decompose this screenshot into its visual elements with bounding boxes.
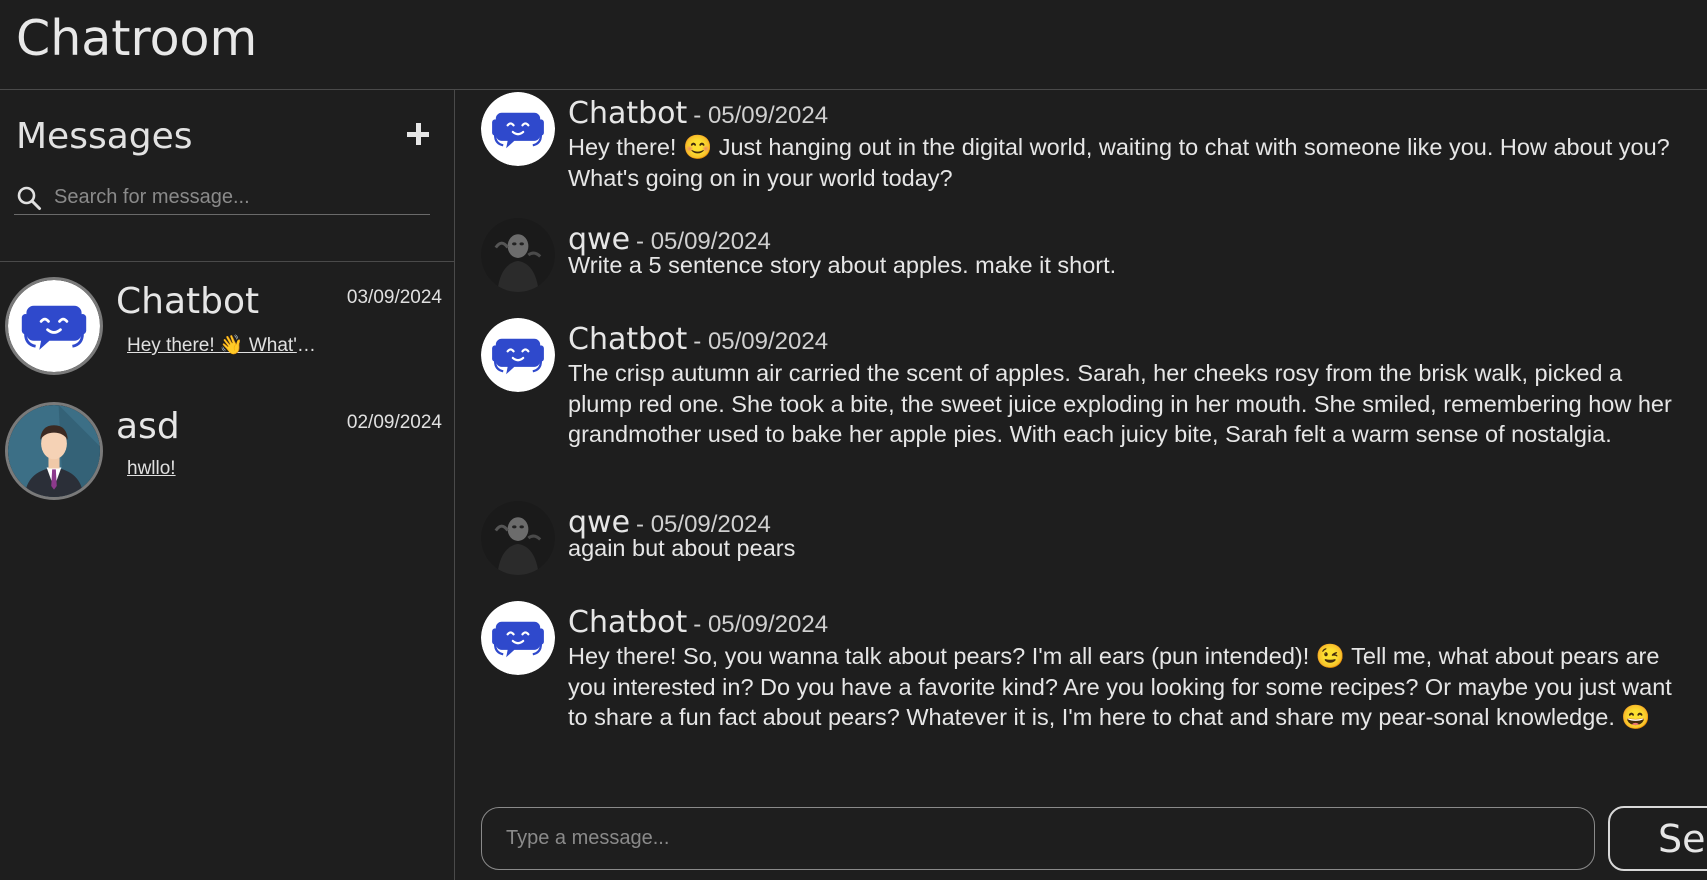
search-input[interactable] <box>54 182 424 212</box>
message-sender: Chatbot <box>568 96 688 131</box>
conversation-item-chatbot[interactable]: Chatbot 03/09/2024 Hey there! 👋 What's u… <box>0 277 454 397</box>
message-date: - 05/09/2024 <box>693 328 829 355</box>
conversation-item-asd[interactable]: asd 02/09/2024 hwllo! <box>0 402 454 522</box>
message-text: again but about pears <box>568 535 796 561</box>
conversation-name: asd <box>116 406 180 447</box>
message-date: - 05/09/2024 <box>693 611 829 638</box>
dark-figure-avatar <box>481 218 555 292</box>
plus-icon[interactable] <box>402 118 434 150</box>
conversation-preview[interactable]: Hey there! 👋 What's up? <box>127 333 317 357</box>
message-input[interactable] <box>506 808 1586 869</box>
messages-heading: Messages <box>16 116 193 157</box>
robot-avatar <box>481 601 555 675</box>
conversation-date: 02/09/2024 <box>346 412 442 433</box>
search-bar <box>14 182 430 215</box>
chat-panel: Chatbot - 05/09/2024 Hey there! 😊 Just ha… <box>456 90 1707 880</box>
robot-avatar <box>481 92 555 166</box>
top-bar: Chatroom <box>0 0 1707 90</box>
message-composer <box>481 807 1595 870</box>
message-text: The crisp autumn air carried the scent o… <box>568 360 1672 447</box>
message-text: Hey there! So, you wanna talk about pear… <box>568 643 1672 730</box>
dark-figure-avatar <box>481 501 555 575</box>
conversation-name: Chatbot <box>116 281 260 322</box>
sidebar: Messages Chatbot 03/09/2024 Hey there! 👋… <box>0 90 455 880</box>
conversation-date: 03/09/2024 <box>346 287 442 308</box>
conversation-preview[interactable]: hwllo! <box>127 458 317 480</box>
message-sender: Chatbot <box>568 605 688 640</box>
message-text: Write a 5 sentence story about apples. m… <box>568 252 1117 278</box>
send-button[interactable]: Send <box>1608 806 1707 871</box>
message-date: - 05/09/2024 <box>693 102 829 129</box>
sidebar-header: Messages <box>0 90 454 262</box>
robot-avatar <box>5 277 103 375</box>
message-sender: Chatbot <box>568 322 688 357</box>
app-title: Chatroom <box>16 10 258 67</box>
businessman-avatar <box>5 402 103 500</box>
search-icon <box>17 186 41 210</box>
robot-avatar <box>481 318 555 392</box>
message-text: Hey there! 😊 Just hanging out in the dig… <box>568 134 1670 191</box>
